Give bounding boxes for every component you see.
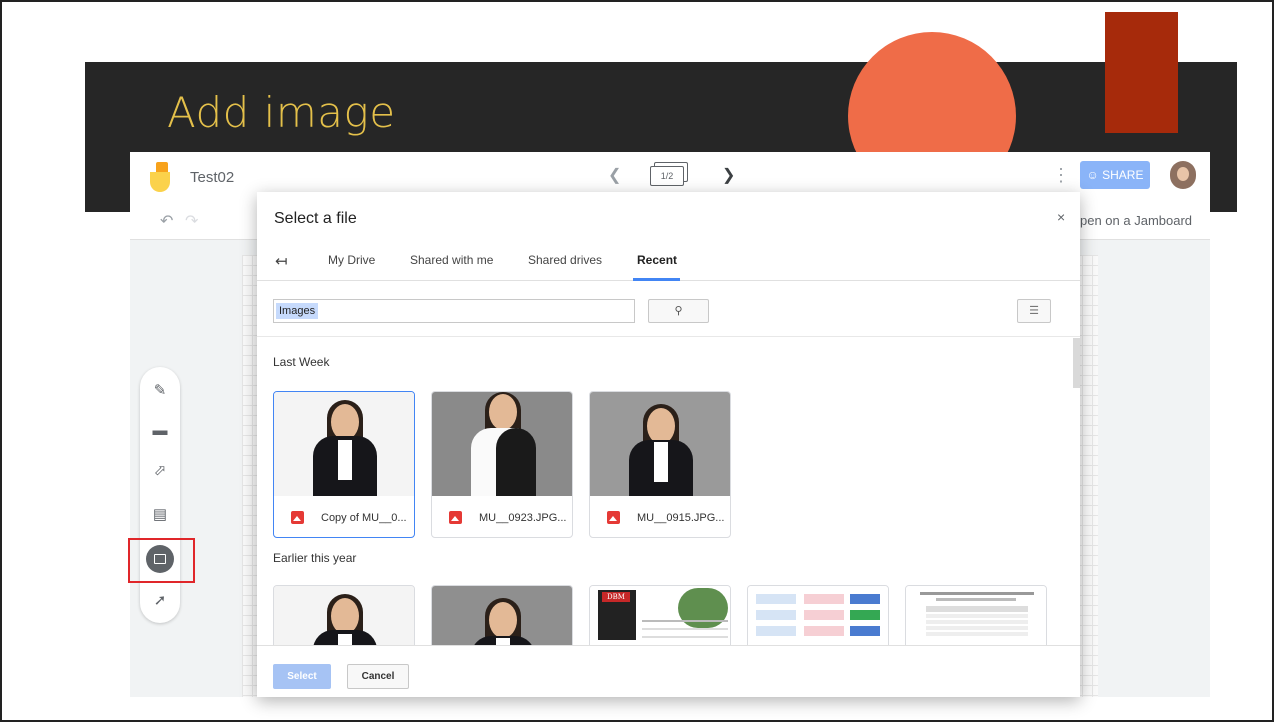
redo-icon[interactable]: ↷ xyxy=(185,211,198,231)
image-file-icon xyxy=(607,511,620,524)
frame-counter: 1/2 xyxy=(650,166,684,186)
cancel-button[interactable]: Cancel xyxy=(347,664,409,689)
share-button[interactable]: ☺ SHARE xyxy=(1080,161,1150,189)
slide: Add image Test02 ❮ 1/2 ❯ ⋮ ☺ SHARE ↶ ↷ p… xyxy=(0,0,1274,722)
file-card[interactable]: MU__0915.JPG... xyxy=(589,391,731,538)
file-picker-dialog: Select a file × ↤ My Drive Shared with m… xyxy=(257,192,1080,697)
decorative-rectangle xyxy=(1105,12,1178,133)
eraser-icon[interactable]: ▬ xyxy=(148,419,172,443)
file-thumbnail: DBM xyxy=(590,586,730,645)
image-tool-highlight xyxy=(128,538,195,583)
section-label-earlier-this-year: Earlier this year xyxy=(273,551,357,565)
file-thumbnail xyxy=(432,586,572,645)
search-button[interactable]: ⚲ xyxy=(648,299,709,323)
frame-indicator[interactable]: 1/2 xyxy=(650,162,690,188)
avatar[interactable] xyxy=(1170,161,1196,189)
share-label: SHARE xyxy=(1102,168,1144,182)
dialog-title: Select a file xyxy=(274,210,357,227)
select-icon[interactable]: ⬀ xyxy=(148,459,172,483)
back-arrow-icon[interactable]: ↤ xyxy=(275,252,288,270)
file-card[interactable] xyxy=(747,585,889,645)
search-icon: ⚲ xyxy=(674,305,683,317)
file-thumbnail xyxy=(432,392,572,496)
file-card[interactable] xyxy=(905,585,1047,645)
file-card[interactable]: DBM xyxy=(589,585,731,645)
file-card[interactable]: Copy of MU__0... xyxy=(273,391,415,538)
list-view-button[interactable]: ☰ xyxy=(1017,299,1051,323)
pen-icon[interactable]: ✎ xyxy=(148,379,172,403)
file-card[interactable] xyxy=(431,585,573,645)
file-card[interactable]: MU__0923.JPG... xyxy=(431,391,573,538)
file-card[interactable] xyxy=(273,585,415,645)
tab-bar: ↤ My Drive Shared with me Shared drives … xyxy=(257,244,1080,281)
list-view-icon: ☰ xyxy=(1029,305,1039,317)
file-thumbnail xyxy=(274,392,414,496)
search-row: Images ⚲ ☰ xyxy=(257,281,1080,337)
prev-frame-chevron-icon[interactable]: ❮ xyxy=(608,165,621,185)
file-thumbnail xyxy=(274,586,414,645)
search-input-value: Images xyxy=(276,303,319,319)
file-list: Last Week Copy of MU__0... MU__0923.JPG.… xyxy=(257,338,1080,645)
select-button[interactable]: Select xyxy=(273,664,331,689)
search-input[interactable]: Images xyxy=(273,299,635,323)
more-options-icon[interactable]: ⋮ xyxy=(1052,165,1070,186)
image-file-icon xyxy=(449,511,462,524)
document-title[interactable]: Test02 xyxy=(190,169,234,186)
slide-title: Add image xyxy=(167,88,396,137)
section-label-last-week: Last Week xyxy=(273,355,330,369)
dialog-footer: Select Cancel xyxy=(257,645,1080,697)
undo-icon[interactable]: ↶ xyxy=(160,211,173,231)
close-icon[interactable]: × xyxy=(1057,209,1065,225)
jamboard-logo-icon xyxy=(150,162,172,192)
thumb-banner: DBM xyxy=(602,592,630,602)
sticky-note-icon[interactable]: ▤ xyxy=(148,503,172,527)
tab-shared-with-me[interactable]: Shared with me xyxy=(410,253,493,267)
next-frame-chevron-icon[interactable]: ❯ xyxy=(722,165,735,185)
tool-rail: ✎ ▬ ⬀ ▤ ➚ xyxy=(140,367,180,623)
file-thumbnail xyxy=(748,586,888,645)
tab-recent[interactable]: Recent xyxy=(637,253,677,267)
file-thumbnail xyxy=(906,586,1046,645)
laser-icon[interactable]: ➚ xyxy=(148,589,172,613)
scrollbar-thumb[interactable] xyxy=(1073,338,1080,388)
file-name: MU__0923.JPG... xyxy=(479,512,567,524)
file-name: MU__0915.JPG... xyxy=(637,512,725,524)
person-add-icon: ☺ xyxy=(1086,168,1099,182)
tab-shared-drives[interactable]: Shared drives xyxy=(528,253,602,267)
image-file-icon xyxy=(291,511,304,524)
open-on-jamboard-button[interactable]: pen on a Jamboard xyxy=(1080,213,1192,228)
file-thumbnail xyxy=(590,392,730,496)
tab-my-drive[interactable]: My Drive xyxy=(328,253,375,267)
file-name: Copy of MU__0... xyxy=(321,512,407,524)
